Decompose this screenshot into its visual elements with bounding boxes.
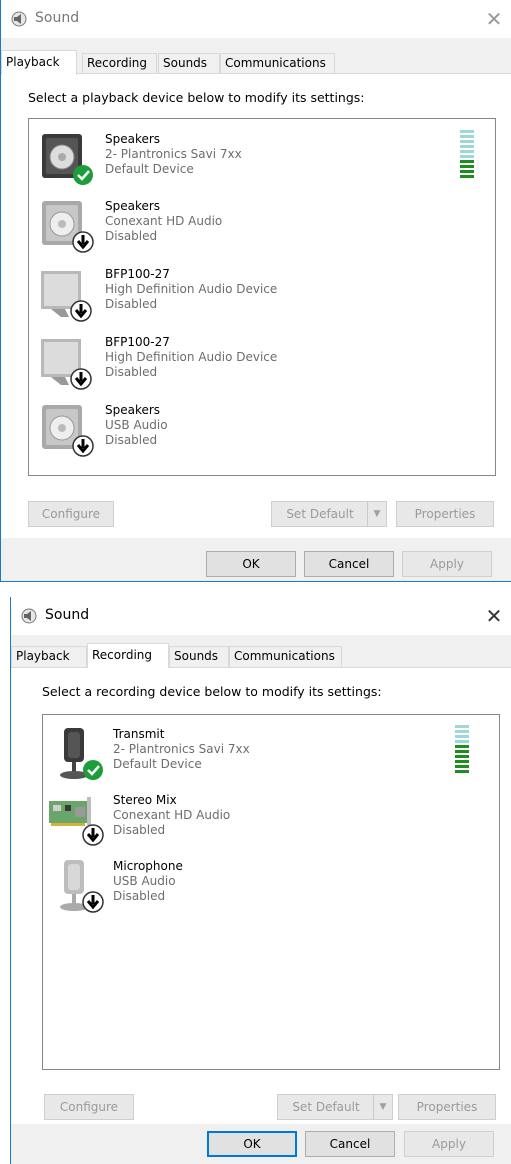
device-status: Disabled xyxy=(113,823,166,837)
close-icon[interactable]: ✕ xyxy=(481,603,507,629)
speaker-icon xyxy=(42,405,94,457)
level-meter xyxy=(460,130,474,180)
device-status: Disabled xyxy=(105,365,158,379)
monitor-icon xyxy=(41,271,92,322)
device-status: Disabled xyxy=(105,229,158,243)
tab-sounds[interactable]: Sounds xyxy=(169,646,229,667)
apply-button[interactable]: Apply xyxy=(404,1131,494,1157)
disabled-arrow-icon xyxy=(72,231,94,253)
device-description: USB Audio xyxy=(105,418,168,432)
instruction-text: Select a playback device below to modify… xyxy=(28,90,365,105)
device-name: Speakers xyxy=(105,199,161,213)
title-bar: Sound ✕ xyxy=(11,597,511,635)
monitor-icon xyxy=(41,339,92,390)
tab-sounds[interactable]: Sounds xyxy=(158,53,220,74)
tab-strip: Playback Recording Sounds Communications xyxy=(11,643,511,668)
dialog-footer: OK Cancel Apply xyxy=(11,1124,511,1164)
device-description: High Definition Audio Device xyxy=(105,350,278,364)
set-default-button[interactable]: Set Default ▼ xyxy=(277,1094,393,1120)
device-description: Conexant HD Audio xyxy=(105,214,223,228)
instruction-text: Select a recording device below to modif… xyxy=(42,684,382,699)
sound-app-icon xyxy=(11,11,27,27)
default-check-icon xyxy=(73,165,93,185)
microphone-icon xyxy=(60,728,103,780)
properties-button[interactable]: Properties xyxy=(396,501,494,527)
sound-card-icon xyxy=(49,797,104,846)
device-item[interactable]: BFP100-27 High Definition Audio Device D… xyxy=(29,265,495,331)
window-title: Sound xyxy=(35,10,80,26)
tab-panel: Select a playback device below to modify… xyxy=(1,73,511,538)
tab-communications[interactable]: Communications xyxy=(220,53,335,74)
device-name: Speakers xyxy=(105,403,161,417)
properties-button[interactable]: Properties xyxy=(398,1094,496,1120)
level-meter xyxy=(455,725,469,775)
dialog-footer: OK Cancel Apply xyxy=(1,538,511,581)
device-item[interactable]: Speakers Conexant HD Audio Disabled xyxy=(29,197,495,263)
speaker-icon xyxy=(42,134,93,185)
device-description: High Definition Audio Device xyxy=(105,282,278,296)
tab-strip: Playback Recording Sounds Communications xyxy=(1,50,511,75)
tab-communications[interactable]: Communications xyxy=(229,646,342,667)
disabled-arrow-icon xyxy=(82,891,104,913)
tab-panel: Select a recording device below to modif… xyxy=(11,667,511,1124)
device-name: Stereo Mix xyxy=(113,793,177,807)
set-default-button[interactable]: Set Default ▼ xyxy=(271,501,387,527)
disabled-arrow-icon xyxy=(70,300,92,322)
sound-app-icon xyxy=(21,608,37,624)
set-default-label: Set Default xyxy=(286,507,354,521)
device-item[interactable]: Transmit 2- Plantronics Savi 7xx Default… xyxy=(43,725,499,791)
device-description: 2- Plantronics Savi 7xx xyxy=(113,742,250,756)
window-title: Sound xyxy=(45,607,90,623)
tab-recording[interactable]: Recording xyxy=(82,53,157,74)
ok-button[interactable]: OK xyxy=(206,551,296,577)
close-icon[interactable]: ✕ xyxy=(481,6,507,32)
disabled-arrow-icon xyxy=(82,824,104,846)
set-default-label: Set Default xyxy=(292,1100,360,1114)
device-description: 2- Plantronics Savi 7xx xyxy=(105,147,242,161)
apply-button[interactable]: Apply xyxy=(402,551,492,577)
cancel-button[interactable]: Cancel xyxy=(305,1131,395,1157)
tab-playback[interactable]: Playback xyxy=(11,646,87,667)
tab-playback[interactable]: Playback xyxy=(1,50,77,75)
device-name: Transmit xyxy=(113,727,165,741)
device-name: Speakers xyxy=(105,132,161,146)
disabled-arrow-icon xyxy=(72,435,94,457)
device-item[interactable]: Speakers 2- Plantronics Savi 7xx Default… xyxy=(29,130,495,196)
device-status: Disabled xyxy=(105,297,158,311)
device-item[interactable]: BFP100-27 High Definition Audio Device D… xyxy=(29,333,495,399)
device-item[interactable]: Microphone USB Audio Disabled xyxy=(43,857,499,923)
disabled-arrow-icon xyxy=(70,368,92,390)
device-name: BFP100-27 xyxy=(105,335,170,349)
device-description: USB Audio xyxy=(113,874,176,888)
device-description: Conexant HD Audio xyxy=(113,808,231,822)
default-check-icon xyxy=(83,760,103,780)
device-name: BFP100-27 xyxy=(105,267,170,281)
ok-button[interactable]: OK xyxy=(207,1131,297,1157)
chevron-down-icon[interactable]: ▼ xyxy=(367,502,386,526)
chevron-down-icon[interactable]: ▼ xyxy=(373,1095,392,1119)
device-item[interactable]: Stereo Mix Conexant HD Audio Disabled xyxy=(43,791,499,857)
tab-recording[interactable]: Recording xyxy=(87,643,169,668)
device-name: Microphone xyxy=(113,859,183,873)
cancel-button[interactable]: Cancel xyxy=(304,551,394,577)
microphone-icon xyxy=(60,860,104,913)
sound-dialog-recording: Sound ✕ Playback Recording Sounds Commun… xyxy=(10,597,511,1164)
sound-dialog-playback: Sound ✕ Playback Recording Sounds Commun… xyxy=(0,0,511,582)
device-status: Disabled xyxy=(113,889,166,903)
device-list[interactable]: Speakers 2- Plantronics Savi 7xx Default… xyxy=(28,118,496,476)
device-list[interactable]: Transmit 2- Plantronics Savi 7xx Default… xyxy=(42,714,500,1070)
configure-button[interactable]: Configure xyxy=(44,1094,134,1120)
device-status: Default Device xyxy=(113,757,202,771)
configure-button[interactable]: Configure xyxy=(28,501,114,527)
device-item[interactable]: Speakers USB Audio Disabled xyxy=(29,401,495,467)
device-status: Default Device xyxy=(105,162,194,176)
device-status: Disabled xyxy=(105,433,158,447)
title-bar: Sound ✕ xyxy=(1,0,511,38)
speaker-icon xyxy=(42,201,94,253)
